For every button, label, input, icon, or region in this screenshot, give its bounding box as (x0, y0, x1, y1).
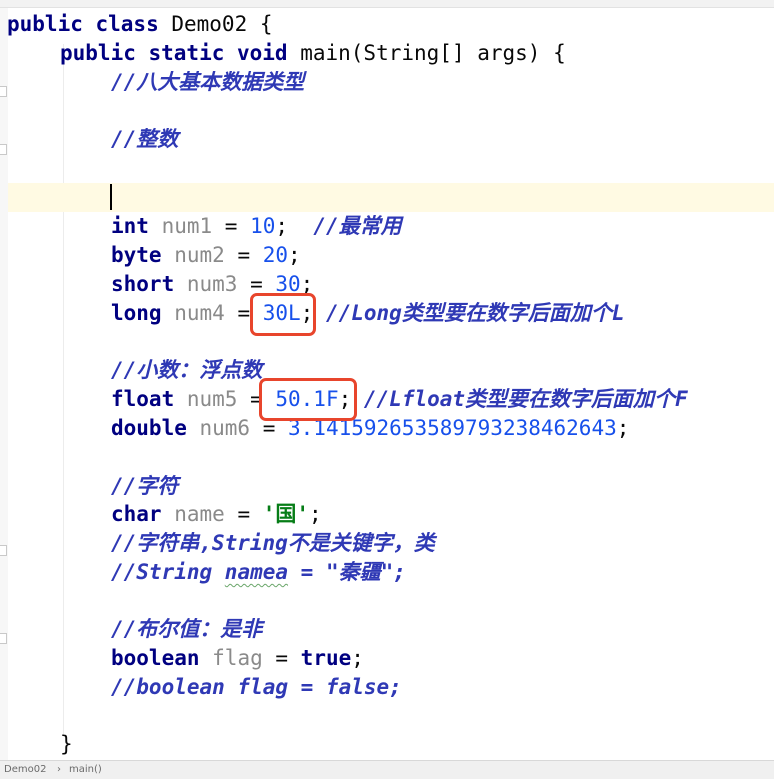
comment-part: = "秦疆"; (288, 560, 406, 584)
method-declaration-line: public static void main(String[] args) { (60, 39, 566, 68)
variable-name: num3 (174, 272, 238, 296)
fold-marker[interactable] (0, 545, 7, 556)
semicolon: ; (616, 416, 630, 440)
char-literal: '国' (262, 502, 310, 526)
highlight-box-long-suffix (250, 293, 316, 336)
type-keyword: long (111, 301, 162, 325)
fold-marker[interactable] (0, 144, 7, 155)
semicolon: ; (351, 646, 364, 670)
boolean-literal: true (300, 646, 352, 670)
type-keyword: byte (111, 243, 162, 267)
number-literal: 10 (250, 214, 276, 238)
operator: = (212, 214, 251, 238)
code-line-double: double num6 = 3.141592653589793238462643… (111, 414, 629, 443)
indent-guide (63, 44, 64, 736)
highlight-box-float-suffix (259, 378, 357, 421)
comment-line: //字符串,String不是关键字，类 (111, 531, 435, 555)
fold-marker[interactable] (0, 633, 7, 644)
operator: = (224, 502, 263, 526)
typo-underlined-word: namea (224, 560, 289, 584)
class-name: Demo02 { (158, 12, 273, 36)
closing-brace: } (60, 732, 73, 756)
code-line-float: float num5 = 50.1F; //Lfloat类型要在数字后面加个F (111, 385, 688, 414)
variable-name: num4 (161, 301, 225, 325)
breadcrumb-bar: Demo02 › main() (0, 760, 774, 779)
comment-line: //String namea = "秦疆"; (111, 558, 406, 587)
comment-line: //小数：浮点数 (111, 358, 263, 382)
type-keyword: double (111, 416, 187, 440)
code-line-int: int num1 = 10; //最常用 (111, 212, 402, 241)
type-keyword: float (111, 387, 175, 411)
editor-gutter[interactable] (0, 8, 8, 760)
code-line-long: long num4 = 30L; //Long类型要在数字后面加个L (111, 299, 624, 328)
code-line-char: char name = '国'; (111, 500, 322, 529)
current-line-highlight (8, 183, 774, 212)
breadcrumb-class[interactable]: Demo02 (4, 761, 46, 779)
inline-comment: //最常用 (288, 214, 402, 238)
type-keyword: char (111, 502, 162, 526)
semicolon: ; (309, 502, 322, 526)
breadcrumb-method[interactable]: main() (69, 761, 102, 779)
type-keyword: int (111, 214, 149, 238)
variable-name: num2 (161, 243, 225, 267)
text-caret (110, 184, 112, 210)
variable-name: flag (199, 646, 263, 670)
inline-comment: //Long类型要在数字后面加个L (313, 301, 625, 325)
keyword: public static void (60, 41, 288, 65)
comment-part: //String (111, 560, 225, 584)
type-keyword: boolean (111, 646, 200, 670)
code-line-boolean: boolean flag = true; (111, 644, 364, 673)
fold-marker[interactable] (0, 86, 7, 97)
variable-name: num1 (148, 214, 213, 238)
comment-line: //八大基本数据类型 (111, 70, 305, 94)
comment-line: //整数 (111, 127, 179, 151)
semicolon: ; (288, 243, 301, 267)
comment-line: //布尔值：是非 (111, 617, 263, 641)
variable-name: name (161, 502, 225, 526)
semicolon: ; (275, 214, 289, 238)
keyword: public class (7, 12, 159, 36)
inline-comment: //Lfloat类型要在数字后面加个F (351, 387, 688, 411)
number-literal: 20 (262, 243, 289, 267)
operator: = (224, 243, 263, 267)
method-signature: main(String[] args) { (287, 41, 566, 65)
variable-name: num5 (174, 387, 238, 411)
breadcrumb-separator: › (57, 764, 61, 775)
code-line-byte: byte num2 = 20; (111, 241, 301, 270)
comment-line: //字符 (111, 474, 179, 498)
variable-name: num6 (186, 416, 251, 440)
type-keyword: short (111, 272, 175, 296)
operator: = (262, 646, 301, 670)
comment-line: //boolean flag = false; (111, 675, 402, 699)
class-declaration-line: public class Demo02 { (7, 10, 273, 39)
editor-top-strip (0, 0, 774, 8)
